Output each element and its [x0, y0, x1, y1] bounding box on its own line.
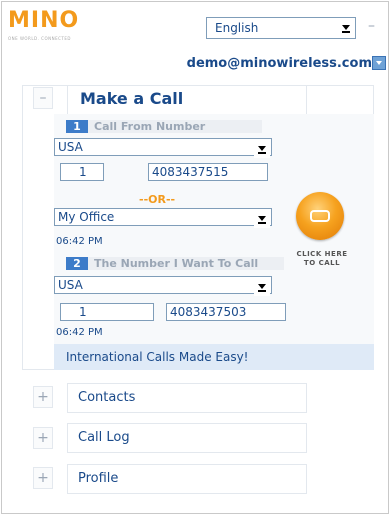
call-button[interactable]: [296, 192, 344, 240]
step-1-badge: 1: [66, 120, 88, 133]
banner-text: International Calls Made Easy!: [66, 350, 249, 364]
location-time: 06:42 PM: [56, 236, 103, 247]
to-country-value: USA: [58, 278, 83, 292]
from-country-code-input[interactable]: 1: [60, 163, 104, 181]
chevron-down-icon[interactable]: [254, 140, 270, 158]
to-number-input[interactable]: 4083437503: [166, 303, 286, 321]
chevron-down-icon[interactable]: [254, 210, 270, 228]
language-value: English: [215, 21, 259, 35]
account-email[interactable]: demo@minowireless.com: [187, 56, 372, 71]
step-2-badge: 2: [66, 257, 88, 270]
make-call-title: Make a Call: [80, 89, 184, 108]
account-menu-icon[interactable]: [372, 56, 386, 70]
profile-label[interactable]: Profile: [78, 471, 118, 486]
destination-time: 06:42 PM: [56, 327, 103, 338]
from-country-value: USA: [58, 140, 83, 154]
collapse-make-call-button[interactable]: –: [33, 87, 53, 109]
minimize-button[interactable]: –: [368, 18, 375, 34]
language-select[interactable]: English: [206, 17, 356, 39]
expand-profile-button[interactable]: +: [33, 467, 53, 489]
location-select[interactable]: My Office: [54, 208, 272, 228]
to-country-select[interactable]: USA: [54, 276, 272, 296]
call-button-label[interactable]: CLICK HERE TO CALL: [296, 250, 348, 268]
logo-tagline: ONE WORLD. CONNECTED: [8, 36, 71, 41]
logo-text: MINO: [8, 8, 80, 33]
chevron-down-icon[interactable]: [338, 19, 354, 37]
call-log-label[interactable]: Call Log: [78, 430, 130, 445]
or-divider: --OR--: [139, 193, 176, 206]
call-label-line2: TO CALL: [303, 259, 341, 267]
chevron-down-icon[interactable]: [254, 278, 270, 296]
from-country-select[interactable]: USA: [54, 138, 272, 158]
call-from-label: Call From Number: [88, 120, 262, 133]
mino-logo: MINO ONE WORLD. CONNECTED: [8, 8, 118, 42]
expand-contacts-button[interactable]: +: [33, 386, 53, 408]
to-country-code-input[interactable]: 1: [60, 303, 154, 321]
call-label-line1: CLICK HERE: [296, 250, 348, 258]
expand-call-log-button[interactable]: +: [33, 427, 53, 449]
contacts-label[interactable]: Contacts: [78, 390, 135, 405]
location-value: My Office: [58, 210, 115, 224]
from-number-input[interactable]: 4083437515: [148, 163, 268, 181]
phone-icon: [310, 210, 330, 222]
call-to-label: The Number I Want To Call: [88, 257, 284, 270]
promo-banner: International Calls Made Easy!: [54, 344, 374, 370]
